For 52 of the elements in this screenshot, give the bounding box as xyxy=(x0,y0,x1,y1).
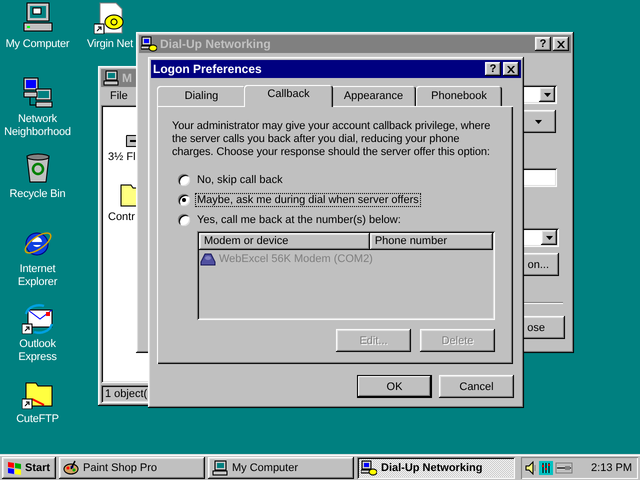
close-button[interactable] xyxy=(503,62,519,76)
window-title: M xyxy=(122,71,133,85)
radio-button[interactable] xyxy=(178,194,190,206)
tab[interactable]: Dialing xyxy=(157,86,246,106)
taskbar-button[interactable]: Dial-Up Networking xyxy=(357,457,515,479)
tab[interactable]: Callback xyxy=(244,85,333,107)
close-icon xyxy=(557,40,565,48)
description-text: Your administrator may give your account callback privilege, where the server calls you back after you dial, reducing your phone charges. Choose your response should the server offer this option: xyxy=(172,120,492,159)
close-button[interactable] xyxy=(553,37,569,51)
desktop-icon-label[interactable]: Internet Explorer xyxy=(2,263,74,289)
dialog-button[interactable]: OK xyxy=(357,375,432,398)
dialup-computer-icon xyxy=(141,36,157,52)
network-computers-icon xyxy=(22,77,54,109)
desktop-icon-label[interactable]: Virgin Net xyxy=(86,38,134,51)
tab[interactable]: Phonebook xyxy=(416,86,502,106)
computer-icon xyxy=(103,70,119,86)
radio-label[interactable]: No, skip call back xyxy=(195,173,285,187)
windows-flag-icon xyxy=(6,461,22,475)
desktop-icon-label[interactable]: Recycle Bin xyxy=(10,188,66,201)
status-text: 1 object( xyxy=(105,388,148,400)
desktop-icon-label[interactable]: CuteFTP xyxy=(16,413,59,426)
menu-item[interactable]: File xyxy=(107,90,131,102)
dialup-computer-icon xyxy=(361,460,377,476)
desktop-icon-label[interactable]: Outlook Express xyxy=(2,338,74,364)
equalizer-icon[interactable] xyxy=(539,461,553,475)
radio-label[interactable]: Yes, call me back at the number(s) below: xyxy=(195,213,403,227)
palette-icon xyxy=(63,460,79,476)
help-button[interactable]: ? xyxy=(485,62,501,76)
taskbar-button[interactable]: Paint Shop Pro xyxy=(59,457,205,479)
dropdown-arrow-icon xyxy=(546,236,552,240)
radio-button[interactable] xyxy=(178,174,190,186)
radio-button[interactable] xyxy=(178,214,190,226)
tab[interactable]: Appearance xyxy=(331,86,416,106)
help-button[interactable]: ? xyxy=(535,37,551,51)
modem-icon xyxy=(200,252,216,266)
file-label[interactable]: Contr xyxy=(108,211,135,223)
start-button[interactable]: Start xyxy=(2,457,56,479)
radio-label[interactable]: Maybe, ask me during dial when server offers xyxy=(195,193,421,207)
taskbar-button[interactable]: My Computer xyxy=(208,457,354,479)
close-icon xyxy=(507,66,515,72)
dropdown-arrow-icon xyxy=(535,120,542,124)
computer-icon xyxy=(212,460,228,476)
file-label[interactable]: 3½ Fl xyxy=(108,151,136,163)
speaker-icon[interactable] xyxy=(525,461,537,475)
clock[interactable]: 2:13 PM xyxy=(591,462,632,474)
dialog-title: Logon Preferences xyxy=(153,62,263,76)
desktop-icon-label[interactable]: Network Neighborhood xyxy=(2,113,74,139)
dialog-button[interactable]: Cancel xyxy=(439,375,514,398)
envelope-icon xyxy=(22,302,54,334)
window-title: Dial-Up Networking xyxy=(160,37,272,51)
dropdown-arrow-icon xyxy=(544,92,550,96)
desktop-icon-label[interactable]: My Computer xyxy=(6,38,70,51)
